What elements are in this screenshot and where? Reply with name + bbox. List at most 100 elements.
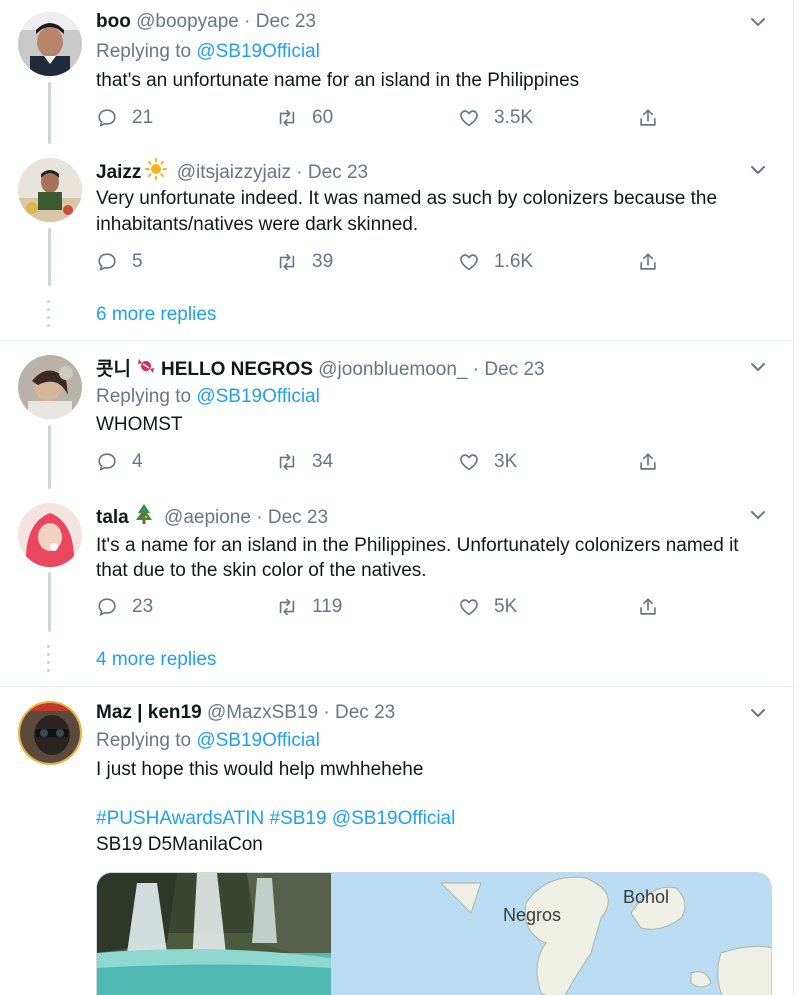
- sun-emoji-icon: [145, 158, 168, 180]
- thread-line: [48, 425, 51, 489]
- avatar[interactable]: [18, 701, 82, 765]
- like-icon: [460, 599, 478, 616]
- tweet-text: WHOMST: [96, 414, 183, 435]
- display-name-prefix[interactable]: 콧니: [96, 359, 131, 380]
- hashtag-links[interactable]: #PUSHAwardsATIN #SB19 @SB19Official: [96, 806, 455, 832]
- tweet-date[interactable]: Dec 23: [308, 162, 368, 183]
- share-icon: [640, 453, 656, 470]
- tweet-date[interactable]: Dec 23: [256, 11, 316, 32]
- divider: [0, 686, 794, 687]
- retweet-icon: [279, 598, 295, 616]
- avatar[interactable]: [18, 355, 82, 419]
- like-button[interactable]: 3.5K: [458, 107, 533, 129]
- tweet-hello-negros[interactable]: 콧니 HELLO NEGROS @joonbluemoon_ · Dec 23 R…: [0, 355, 794, 490]
- reply-button[interactable]: 21: [96, 107, 153, 129]
- separator-dot: ·: [296, 162, 303, 183]
- tweet-jaizz[interactable]: Jaizz @itsjaizzyjaiz · Dec 23 Very unfor…: [0, 158, 794, 293]
- chevron-down-icon[interactable]: [748, 12, 768, 32]
- like-button[interactable]: 5K: [458, 596, 517, 618]
- waterfall-image[interactable]: [97, 873, 331, 995]
- tweet-date[interactable]: Dec 23: [335, 702, 395, 723]
- tweet-text: I just hope this would help mwhhehehe: [96, 759, 424, 780]
- map-label-bohol: Bohol: [623, 887, 670, 907]
- username[interactable]: @joonbluemoon_: [318, 359, 467, 380]
- tweet-boo[interactable]: boo @boopyape · Dec 23 Replying to @SB19…: [0, 10, 794, 145]
- share-icon: [640, 598, 656, 615]
- avatar[interactable]: [18, 158, 82, 222]
- map-image[interactable]: Negros Bohol: [331, 873, 771, 995]
- tweet-tala[interactable]: tala @aepione · Dec 23 It's a name for a…: [0, 503, 794, 638]
- mention-link[interactable]: @SB19Official: [196, 730, 320, 751]
- candy-emoji-icon: [137, 359, 154, 373]
- tweet-date[interactable]: Dec 23: [484, 359, 544, 380]
- share-button[interactable]: [637, 451, 659, 473]
- retweet-button[interactable]: 60: [276, 107, 333, 129]
- like-button[interactable]: 1.6K: [458, 251, 533, 273]
- retweet-count: 39: [312, 251, 334, 272]
- reply-button[interactable]: 23: [96, 596, 153, 618]
- display-name[interactable]: tala: [96, 507, 129, 528]
- chevron-down-icon[interactable]: [748, 703, 768, 723]
- like-count: 3K: [494, 451, 518, 472]
- tweet-header: Maz | ken19 @MazxSB19 · Dec 23: [96, 701, 395, 725]
- more-replies-link[interactable]: 4 more replies: [96, 649, 216, 671]
- display-name-suffix[interactable]: HELLO NEGROS: [161, 359, 313, 380]
- map-label-negros: Negros: [503, 905, 562, 925]
- thread-dots: [47, 300, 51, 332]
- retweet-button[interactable]: 119: [276, 596, 342, 618]
- replying-to-label: Replying to: [96, 386, 192, 407]
- retweet-icon: [279, 109, 295, 127]
- more-replies-link[interactable]: 6 more replies: [96, 304, 216, 326]
- username[interactable]: @aepione: [164, 507, 251, 528]
- chevron-down-icon[interactable]: [748, 357, 768, 377]
- tweet-actions: 5 39 1.6K: [96, 251, 696, 277]
- avatar[interactable]: [18, 12, 82, 76]
- retweet-button[interactable]: 34: [276, 451, 333, 473]
- like-count: 1.6K: [494, 251, 534, 272]
- share-icon: [640, 253, 656, 270]
- media-card[interactable]: Negros Bohol: [96, 872, 772, 995]
- replying-to-label: Replying to: [96, 730, 192, 751]
- retweet-count: 119: [312, 596, 343, 617]
- username[interactable]: @boopyape: [136, 11, 239, 32]
- tweet-text: that's an unfortunate name for an island…: [96, 70, 580, 91]
- separator-dot: ·: [244, 11, 251, 32]
- reply-icon: [98, 253, 116, 271]
- username[interactable]: @MazxSB19: [207, 702, 318, 723]
- replying-to: Replying to @SB19Official: [96, 40, 320, 64]
- chevron-down-icon[interactable]: [748, 160, 768, 180]
- retweet-button[interactable]: 39: [276, 251, 333, 273]
- tweet-date[interactable]: Dec 23: [268, 507, 328, 528]
- display-name[interactable]: Jaizz: [96, 162, 141, 183]
- like-count: 3.5K: [494, 107, 534, 128]
- like-button[interactable]: 3K: [458, 451, 517, 473]
- retweet-count: 60: [312, 107, 334, 128]
- share-button[interactable]: [637, 251, 659, 273]
- display-name[interactable]: boo: [96, 11, 131, 32]
- separator-dot: ·: [256, 507, 263, 528]
- share-button[interactable]: [637, 596, 659, 618]
- tweet-text-line-1: Very unfortunate indeed. It was named as…: [96, 188, 718, 209]
- reply-icon: [98, 453, 116, 471]
- chevron-down-icon[interactable]: [748, 505, 768, 525]
- tweet-header: boo @boopyape · Dec 23: [96, 10, 316, 34]
- mention-link[interactable]: @SB19Official: [196, 386, 320, 407]
- tweet-header: tala @aepione · Dec 23: [96, 503, 328, 530]
- display-name[interactable]: Maz | ken19: [96, 702, 202, 723]
- like-icon: [460, 110, 478, 127]
- separator-dot: ·: [472, 359, 480, 380]
- christmas-tree-emoji-icon: [135, 504, 152, 524]
- replying-to: Replying to @SB19Official: [96, 729, 320, 753]
- tweet-actions: 23 119 5K: [96, 596, 696, 622]
- retweet-count: 34: [312, 451, 334, 472]
- username[interactable]: @itsjaizzyjaiz: [177, 162, 291, 183]
- tweet-text-line-1: It's a name for an island in the Philipp…: [96, 535, 739, 556]
- reply-button[interactable]: 5: [96, 251, 143, 273]
- mention-link[interactable]: @SB19Official: [196, 41, 320, 62]
- reply-icon: [98, 598, 116, 616]
- divider: [0, 340, 794, 341]
- share-button[interactable]: [637, 107, 659, 129]
- tweet-actions: 4 34 3K: [96, 451, 696, 477]
- avatar[interactable]: [18, 503, 82, 567]
- reply-button[interactable]: 4: [96, 451, 143, 473]
